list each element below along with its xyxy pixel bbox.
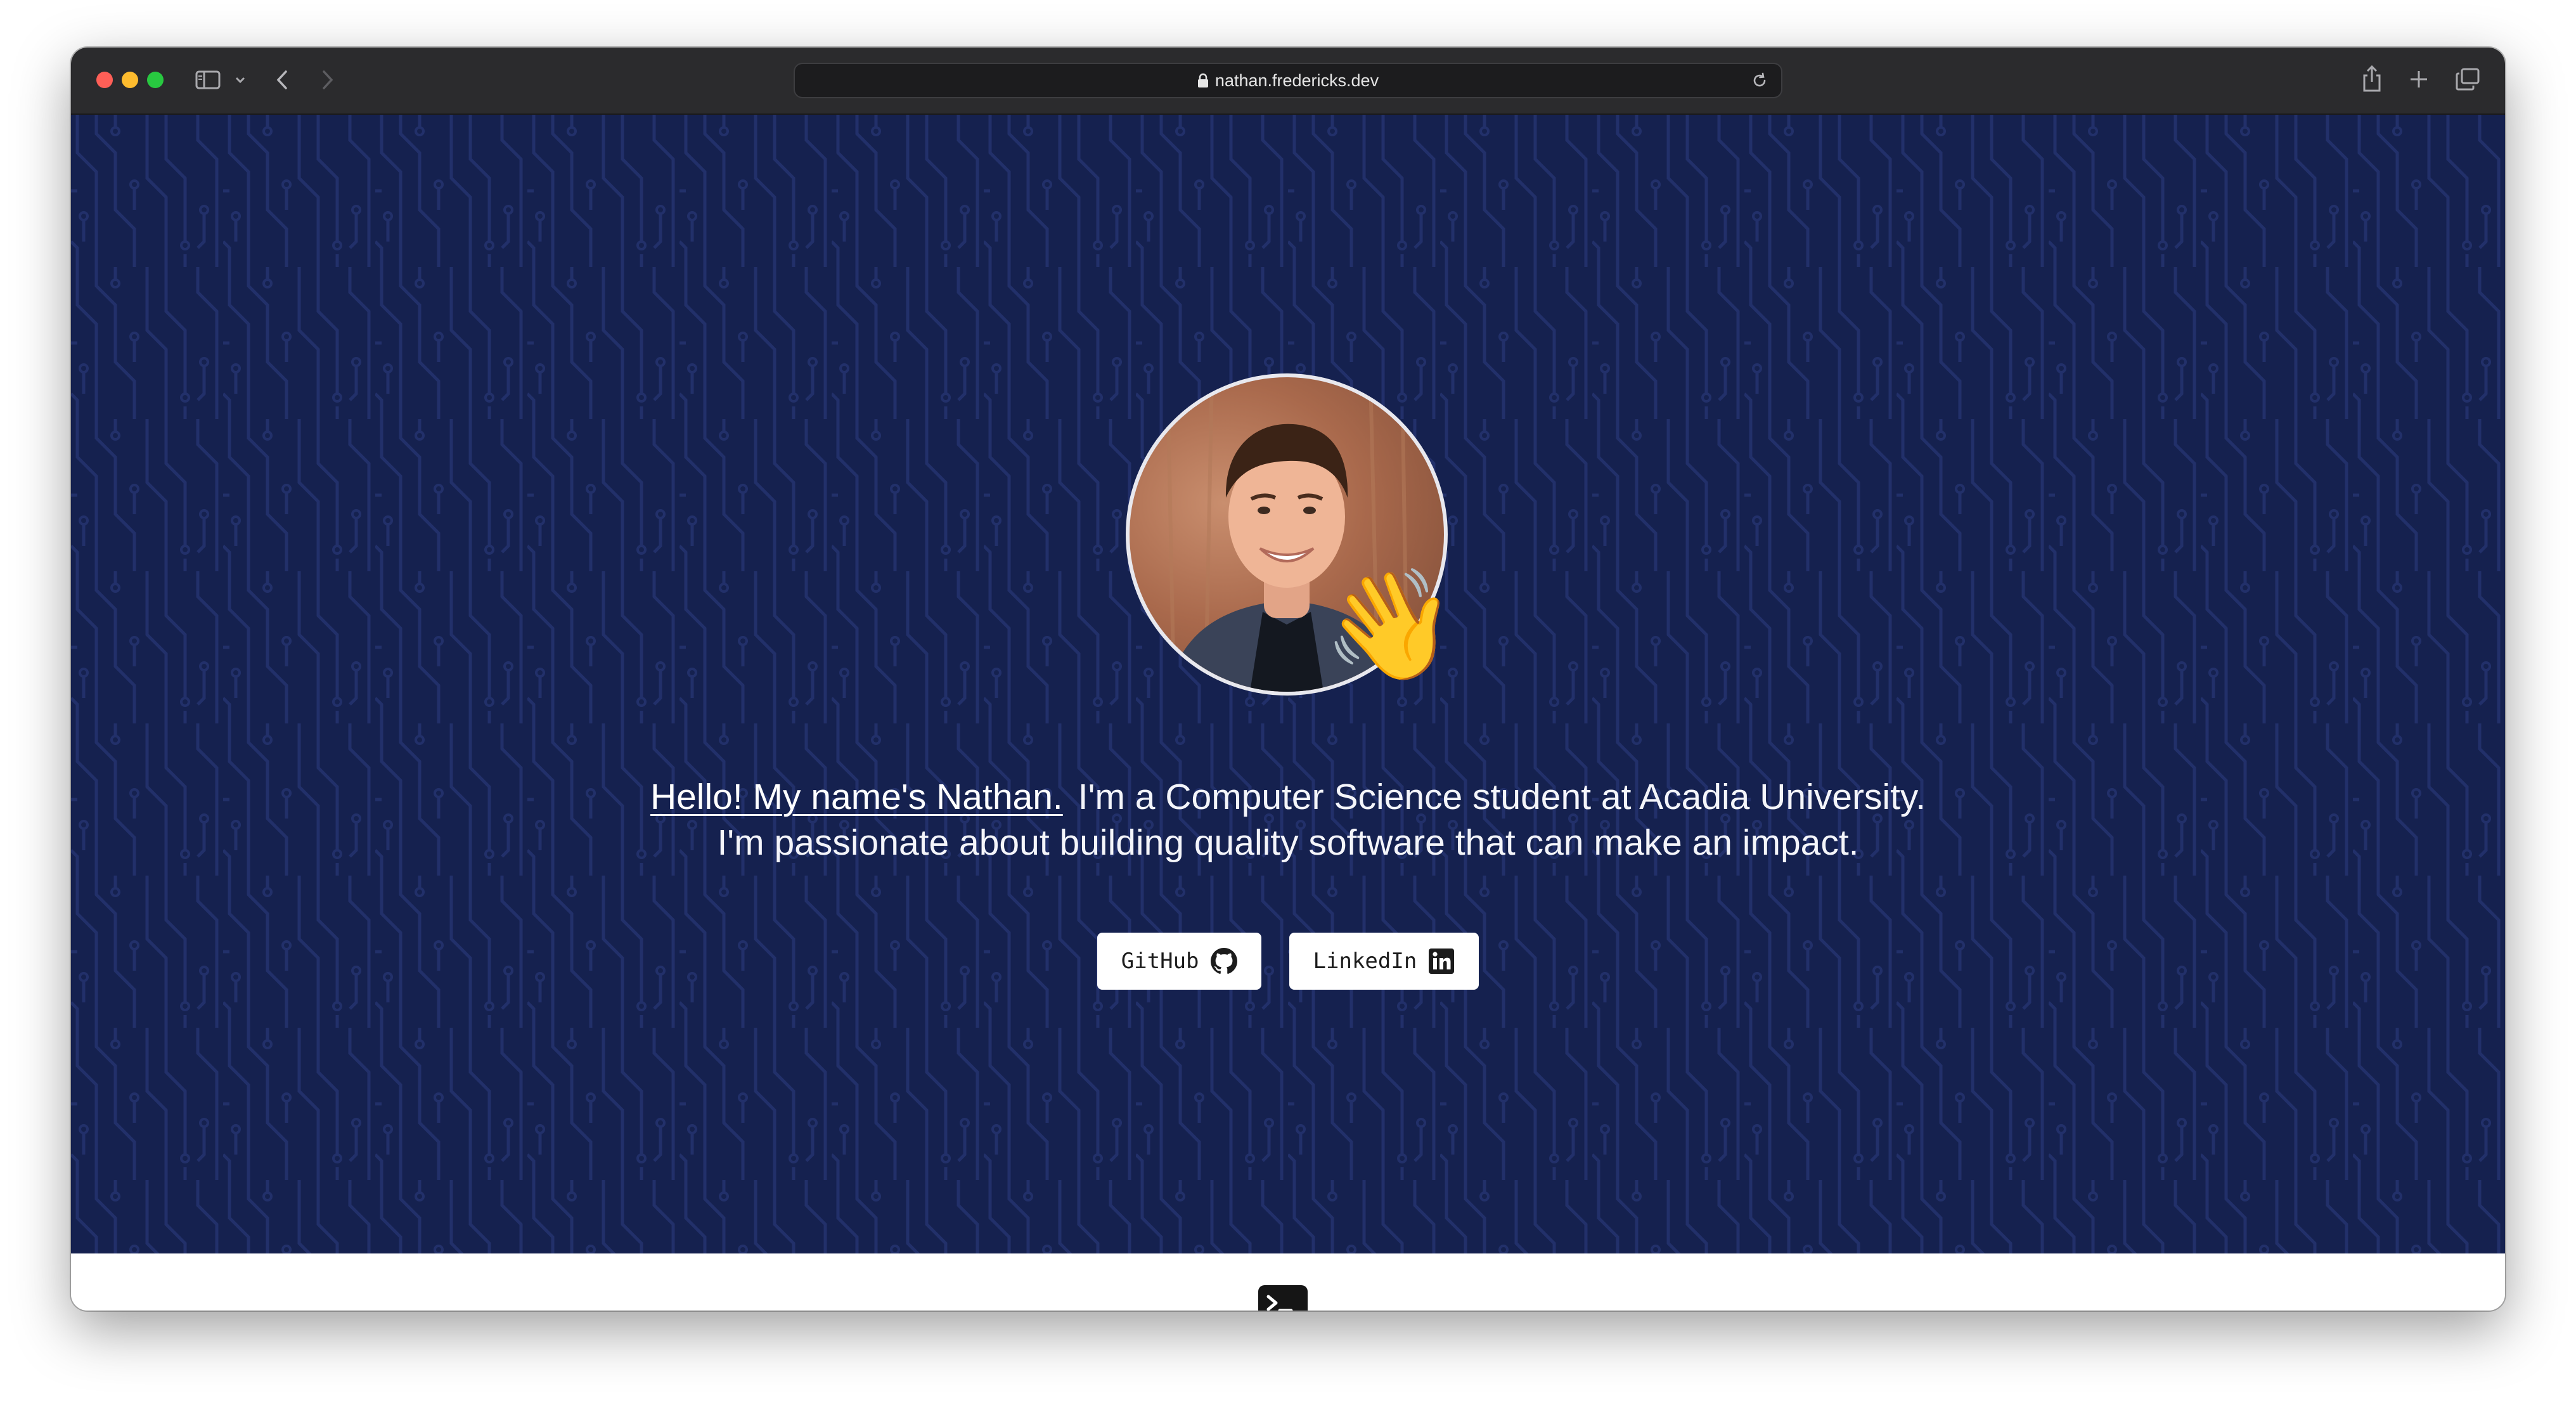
bio-line-1-rest: I'm a Computer Science student at Acadia… (1078, 777, 1926, 817)
browser-toolbar: nathan.fredericks.dev (71, 48, 2505, 115)
chevron-left-icon[interactable] (275, 69, 289, 91)
bio-text: Hello! My name's Nathan. I'm a Computer S… (71, 774, 2505, 865)
zoom-window-button[interactable] (147, 72, 164, 88)
plus-icon[interactable] (2409, 69, 2429, 89)
linkedin-button[interactable]: LinkedIn (1289, 933, 1479, 990)
bio-line-2: I'm passionate about building quality so… (717, 822, 1859, 863)
address-bar[interactable]: nathan.fredericks.dev (794, 63, 1782, 98)
chevron-down-icon[interactable] (235, 75, 246, 84)
close-window-button[interactable] (96, 72, 113, 88)
linkedin-icon (1429, 949, 1455, 974)
chevron-right-icon[interactable] (321, 69, 335, 91)
sidebar-icon[interactable] (195, 70, 221, 89)
browser-window: nathan.fredericks.dev 👋 Hello! My name's… (71, 48, 2505, 1311)
github-icon (1210, 948, 1237, 974)
share-icon[interactable] (2360, 64, 2383, 93)
github-button[interactable]: GitHub (1097, 933, 1261, 990)
linkedin-button-label: LinkedIn (1313, 949, 1417, 974)
hero-section: 👋 Hello! My name's Nathan. I'm a Computer… (71, 115, 2505, 1253)
url-text: nathan.fredericks.dev (1214, 70, 1379, 90)
greeting-link[interactable]: Hello! My name's Nathan. (650, 777, 1063, 817)
next-section (71, 1253, 2505, 1311)
github-button-label: GitHub (1121, 949, 1199, 974)
lock-icon (1197, 73, 1208, 87)
bio-line-1: Hello! My name's Nathan. I'm a Computer S… (71, 774, 2505, 820)
tabs-overview-icon[interactable] (2456, 68, 2480, 91)
reload-icon[interactable] (1751, 72, 1768, 89)
social-buttons: GitHub LinkedIn (71, 933, 2505, 990)
minimize-window-button[interactable] (122, 72, 138, 88)
waving-hand-emoji: 👋 (1323, 562, 1457, 688)
terminal-icon (1258, 1285, 1308, 1311)
